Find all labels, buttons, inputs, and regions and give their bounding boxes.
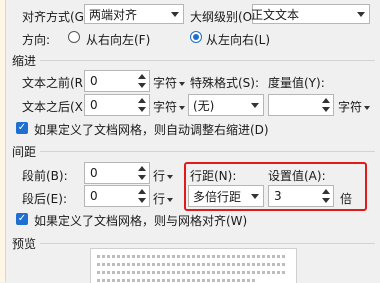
outline-value: 正文文本 (251, 7, 300, 22)
caret-down-icon (179, 105, 186, 110)
chevron-down-icon (251, 103, 259, 108)
special-format-label: 特殊格式(S): (190, 76, 260, 90)
preview-divider (40, 243, 375, 244)
rtl-label[interactable]: 从右向左(F) (86, 31, 150, 48)
alignment-select[interactable]: 两端对齐 (84, 4, 184, 24)
spacing-before-value: 0 (90, 166, 98, 180)
spacing-before-label: 段前(B): (22, 169, 68, 183)
spin-arrows-icon[interactable] (321, 97, 331, 113)
indent-after-spinner[interactable]: 0 (84, 94, 150, 116)
chevron-down-icon (171, 12, 179, 17)
ltr-radio[interactable] (190, 31, 202, 43)
indent-divider (40, 60, 375, 61)
chevron-down-icon (357, 12, 365, 17)
indent-after-label: 文本之后(X): (22, 100, 92, 114)
preview-text-line (97, 263, 287, 266)
caret-down-icon (167, 174, 174, 179)
measure-unit[interactable]: 字符 (338, 98, 371, 115)
alignment-value: 两端对齐 (89, 7, 138, 22)
spacing-before-spinner[interactable]: 0 (84, 162, 150, 184)
caret-down-icon (179, 81, 186, 86)
spacing-section-title: 间距 (12, 145, 37, 159)
spin-arrows-icon[interactable] (137, 73, 147, 89)
line-spacing-highlight-box (184, 162, 367, 211)
indent-before-value: 0 (90, 74, 98, 88)
direction-label: 方向: (22, 33, 51, 47)
caret-down-icon (364, 105, 371, 110)
spin-arrows-icon[interactable] (137, 188, 147, 204)
spin-arrows-icon[interactable] (137, 165, 147, 181)
ltr-label[interactable]: 从左向右(L) (206, 31, 270, 48)
preview-text-line (97, 255, 287, 258)
alignment-label: 对齐方式(G): (22, 10, 93, 24)
indent-grid-checkbox[interactable]: ✓ (16, 122, 28, 134)
paragraph-preview (90, 248, 297, 283)
indent-before-spinner[interactable]: 0 (84, 70, 150, 92)
caret-down-icon (167, 197, 174, 202)
measure-label: 度量值(Y): (268, 76, 325, 90)
indent-before-unit[interactable]: 字符 (153, 74, 186, 91)
spacing-after-value: 0 (90, 189, 98, 203)
special-format-select[interactable]: (无) (188, 94, 264, 116)
indent-before-label: 文本之前(R): (22, 76, 92, 90)
spacing-after-unit[interactable]: 行 (153, 190, 174, 207)
preview-text-line (97, 271, 285, 274)
rtl-radio[interactable] (68, 31, 80, 43)
indent-after-unit[interactable]: 字符 (153, 98, 186, 115)
outline-select[interactable]: 正文文本 (251, 4, 370, 24)
spin-arrows-icon[interactable] (137, 97, 147, 113)
indent-section-title: 缩进 (12, 54, 37, 68)
spacing-grid-checkbox-label[interactable]: 如果定义了文档网格，则与网格对齐(W) (34, 212, 247, 229)
preview-section-title: 预览 (12, 237, 37, 251)
special-format-value: (无) (193, 98, 215, 113)
spacing-after-label: 段后(E): (22, 192, 67, 206)
spacing-before-unit[interactable]: 行 (153, 167, 174, 184)
spacing-divider (40, 151, 375, 152)
spacing-grid-checkbox[interactable]: ✓ (16, 213, 28, 225)
indent-after-value: 0 (90, 98, 98, 112)
spacing-after-spinner[interactable]: 0 (84, 185, 150, 207)
measure-spinner[interactable] (268, 94, 334, 116)
window-frame-edge (0, 0, 6, 282)
indent-grid-checkbox-label[interactable]: 如果定义了文档网格，则自动调整右缩进(D) (34, 121, 269, 138)
